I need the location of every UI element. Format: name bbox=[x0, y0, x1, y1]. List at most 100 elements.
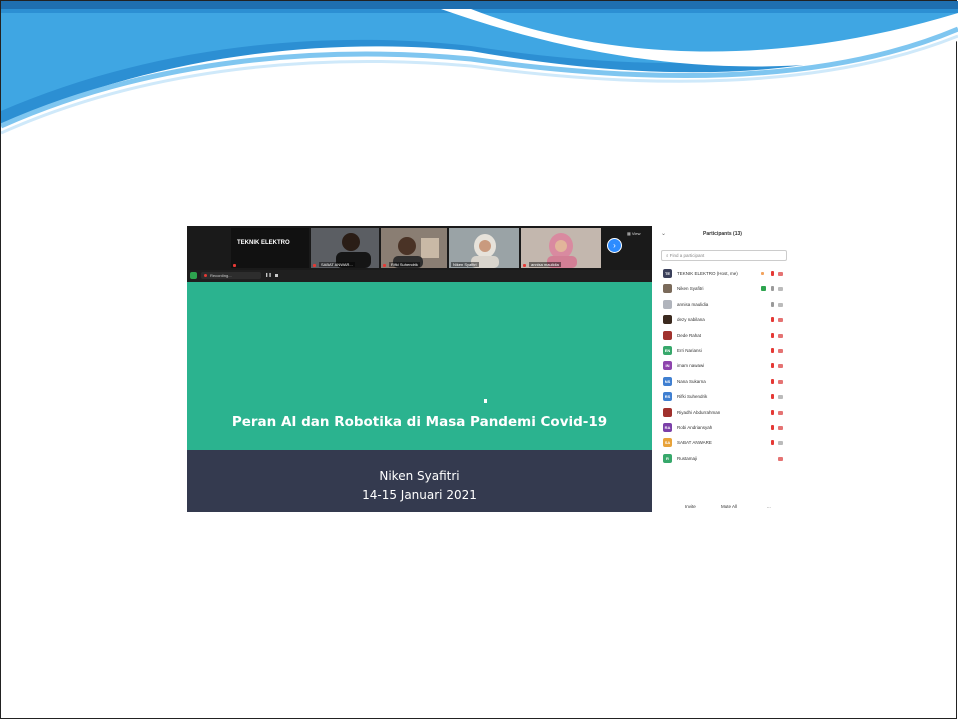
video-tile[interactable]: annisa maulidia bbox=[521, 228, 601, 268]
avatar: EN bbox=[663, 345, 672, 355]
avatar: RA bbox=[663, 422, 672, 432]
video-tile-name: Rifki Suhendrik bbox=[389, 262, 420, 267]
video-tile[interactable]: Rifki Suhendrik bbox=[381, 228, 447, 268]
participant-name: Rustamaji bbox=[677, 455, 698, 461]
participants-title: Participants (13) bbox=[703, 231, 742, 237]
video-off-icon bbox=[778, 379, 783, 384]
participant-name: Niken Syafitri bbox=[677, 286, 704, 292]
participant-name: Riyadhi Abdurrahman bbox=[677, 409, 721, 415]
avatar bbox=[663, 330, 672, 340]
video-tile[interactable]: SABAT ANWAR... bbox=[311, 228, 379, 268]
mic-muted-icon bbox=[771, 363, 774, 369]
mic-muted-icon bbox=[771, 409, 774, 415]
participant-row[interactable]: NS Nana Sukarna bbox=[659, 374, 787, 389]
participant-name: SABAT ANWARE bbox=[677, 440, 712, 446]
video-icon bbox=[778, 441, 783, 446]
participant-row[interactable]: TE TEKNIK ELEKTRO (Host, me) bbox=[659, 266, 787, 281]
invite-button[interactable]: Invite bbox=[685, 502, 696, 512]
participant-row[interactable]: Dede Rahat bbox=[659, 328, 787, 343]
participant-list: TE TEKNIK ELEKTRO (Host, me) Niken Syafitr… bbox=[659, 266, 787, 466]
mic-muted-icon bbox=[233, 264, 236, 267]
participant-name: Rifki Suhendrik bbox=[677, 394, 708, 400]
participant-row[interactable]: RA Robi Andriansyah bbox=[659, 420, 787, 435]
gallery-strip: TEKNIK ELEKTRO SABAT ANWAR... Rifki Suhe… bbox=[187, 226, 652, 270]
mic-muted-icon bbox=[771, 271, 774, 276]
mic-muted-icon bbox=[771, 332, 774, 338]
participants-panel: ⌄ Participants (13) ⌕ Find a participant… bbox=[655, 226, 790, 512]
zoom-screenshot: TEKNIK ELEKTRO SABAT ANWAR... Rifki Suhe… bbox=[187, 226, 790, 512]
video-off-icon bbox=[778, 272, 783, 276]
slide-frame: TEKNIK ELEKTRO SABAT ANWAR... Rifki Suhe… bbox=[0, 0, 958, 719]
participant-row[interactable]: R Rustamaji bbox=[659, 451, 787, 466]
stop-recording-button[interactable] bbox=[275, 274, 278, 277]
mouse-cursor-icon bbox=[484, 399, 487, 403]
video-icon bbox=[778, 287, 783, 292]
avatar: RS bbox=[663, 392, 672, 402]
avatar bbox=[663, 407, 672, 417]
recording-dot-icon bbox=[204, 274, 207, 277]
participants-footer: Invite Mute All ... bbox=[659, 502, 790, 512]
view-button[interactable]: ▦ View bbox=[627, 231, 641, 236]
mute-all-button[interactable]: Mute All bbox=[721, 502, 737, 512]
video-off-icon bbox=[778, 333, 783, 338]
participant-row[interactable]: dezy nabilana bbox=[659, 312, 787, 327]
video-off-icon bbox=[778, 318, 783, 323]
participant-name: Nana Sukarna bbox=[677, 378, 706, 384]
presentation-date: 14-15 Januari 2021 bbox=[362, 488, 477, 502]
participant-row[interactable]: IN imam nawawi bbox=[659, 358, 787, 373]
avatar bbox=[663, 284, 672, 294]
participant-name: dezy nabilana bbox=[677, 317, 705, 323]
mic-muted-icon bbox=[771, 394, 774, 400]
video-tile[interactable]: Niken Syafitri bbox=[449, 228, 519, 268]
avatar: R bbox=[663, 453, 672, 463]
mic-muted-icon bbox=[771, 317, 774, 323]
video-off-icon bbox=[778, 425, 783, 430]
shared-screen: Peran AI dan Robotika di Masa Pandemi Co… bbox=[187, 282, 652, 512]
video-icon bbox=[778, 302, 783, 307]
recording-bar: Recording... ❚❚ bbox=[187, 271, 287, 281]
pause-recording-button[interactable]: ❚❚ bbox=[265, 272, 272, 277]
avatar: SA bbox=[663, 438, 672, 448]
screen-share-icon bbox=[761, 286, 766, 292]
host-video-tile[interactable]: TEKNIK ELEKTRO bbox=[231, 228, 309, 268]
mic-muted-icon bbox=[313, 264, 316, 267]
slide-header-wave bbox=[1, 1, 958, 135]
participant-row[interactable]: Riyadhi Abdurrahman bbox=[659, 405, 787, 420]
mic-icon bbox=[771, 286, 774, 292]
video-tile-name: Niken Syafitri bbox=[451, 262, 479, 267]
next-page-button[interactable]: › bbox=[607, 238, 622, 253]
participant-row[interactable]: RS Rifki Suhendrik bbox=[659, 389, 787, 404]
mic-muted-icon bbox=[771, 424, 774, 430]
raise-hand-icon bbox=[761, 272, 764, 275]
video-tile-name: annisa maulidia bbox=[529, 262, 561, 267]
participant-name: TEKNIK ELEKTRO (Host, me) bbox=[677, 271, 738, 276]
mic-muted-icon bbox=[523, 264, 526, 267]
more-options-button[interactable]: ... bbox=[767, 502, 771, 512]
participant-row[interactable]: annisa maulidia bbox=[659, 297, 787, 312]
avatar bbox=[663, 299, 672, 309]
mic-icon bbox=[771, 301, 774, 307]
video-off-icon bbox=[778, 364, 783, 369]
participant-name: Dede Rahat bbox=[677, 332, 702, 338]
avatar: NS bbox=[663, 376, 672, 386]
security-shield-icon[interactable] bbox=[190, 272, 197, 279]
presentation-title: Peran AI dan Robotika di Masa Pandemi Co… bbox=[231, 414, 608, 430]
recording-label: Recording... bbox=[210, 273, 232, 278]
recording-indicator: Recording... bbox=[201, 272, 261, 279]
video-off-icon bbox=[778, 410, 783, 415]
presentation-author: Niken Syafitri bbox=[379, 469, 460, 483]
mic-muted-icon bbox=[771, 440, 774, 446]
mic-muted-icon bbox=[771, 378, 774, 384]
video-off-icon bbox=[778, 348, 783, 353]
host-tile-label: TEKNIK ELEKTRO bbox=[237, 240, 290, 246]
participant-search-input[interactable]: ⌕ Find a participant bbox=[661, 250, 787, 261]
participant-name: annisa maulidia bbox=[677, 301, 709, 307]
participant-name: Erri Nariansi bbox=[677, 347, 702, 353]
participant-row[interactable]: SA SABAT ANWARE bbox=[659, 435, 787, 450]
participant-row[interactable]: Niken Syafitri bbox=[659, 281, 787, 296]
video-off-icon bbox=[778, 456, 783, 461]
participant-row[interactable]: EN Erri Nariansi bbox=[659, 343, 787, 358]
avatar: IN bbox=[663, 361, 672, 371]
search-placeholder: ⌕ Find a participant bbox=[666, 253, 705, 258]
avatar bbox=[663, 315, 672, 325]
